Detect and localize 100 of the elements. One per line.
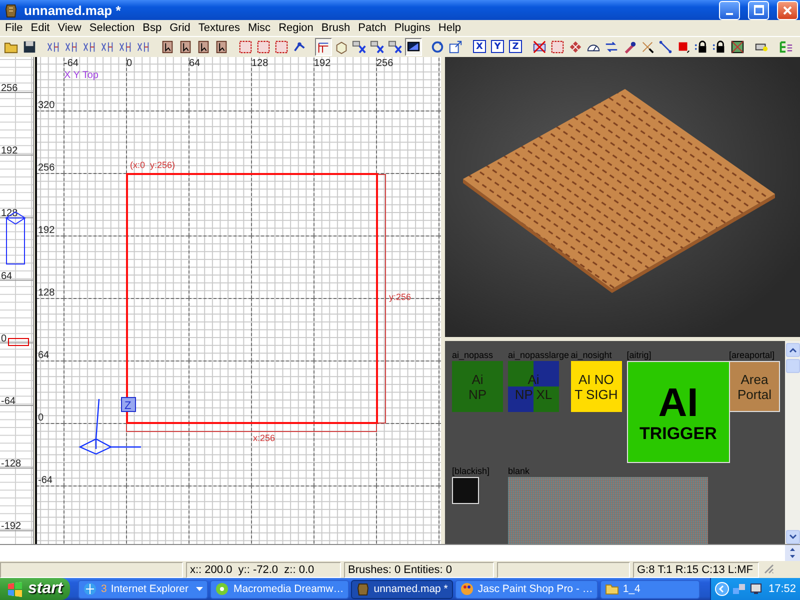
axis-label: -64 [38, 475, 52, 486]
axis-label: 192 [1, 146, 18, 157]
taskbar-button[interactable]: 3 Internet Explorer [78, 580, 208, 599]
axis-button[interactable]: Z [507, 38, 524, 56]
monitor-icon[interactable] [749, 582, 763, 596]
texture-text: Portal [738, 386, 772, 402]
texture-tile[interactable]: AI TRIGGER [626, 361, 730, 464]
taskbar-button[interactable]: Macromedia Dreamw… [210, 580, 349, 599]
axis-label: 256 [38, 162, 55, 174]
texture-text: Ai [472, 372, 484, 387]
view-label: X Y Top [64, 70, 98, 82]
status-text: G:8 T:1 R:15 C:13 L:MF [633, 562, 759, 578]
axis-label: 256 [376, 58, 394, 70]
scroll-up-button[interactable] [786, 343, 800, 358]
texture-tile[interactable] [452, 477, 479, 504]
brush-outline [8, 338, 29, 346]
lock-icon [712, 38, 727, 55]
maximize-button[interactable] [748, 0, 769, 20]
axis-label: -192 [1, 521, 22, 532]
menu-item[interactable]: Edit [26, 22, 54, 34]
taskbar-button[interactable]: 1_4 [600, 580, 700, 599]
close-button[interactable] [777, 0, 798, 20]
chevron-icon[interactable] [715, 582, 729, 596]
axes-corner-button[interactable] [315, 38, 332, 56]
axis-label: 0 [126, 58, 132, 70]
axis-label: 0 [1, 333, 7, 344]
taskbar-button[interactable]: unnamed.map * [350, 580, 453, 599]
axis-label: 64 [1, 270, 12, 282]
menu-item[interactable]: Textures [194, 22, 244, 34]
axis-label: -64 [1, 396, 16, 408]
task-label: Jasc Paint Shop Pro - … [478, 583, 593, 596]
menu-item[interactable]: Grid [166, 22, 194, 34]
texture-tile[interactable] [508, 477, 708, 544]
maximize-icon [754, 5, 764, 16]
texture-text: T SIGH [574, 386, 618, 402]
axis-button[interactable]: Y [489, 38, 506, 56]
task-label: 1_4 [622, 583, 640, 596]
caret-down-icon [788, 534, 796, 540]
windows-flag-icon [7, 581, 23, 598]
menu-item[interactable]: Misc [244, 22, 275, 34]
scroll-thumb[interactable] [786, 359, 800, 374]
square-frame-icon [274, 38, 289, 55]
resize-grip-icon [762, 562, 774, 574]
menu-item[interactable]: Selection [85, 22, 139, 34]
folder-icon [604, 582, 619, 596]
menu-item[interactable]: Region [274, 22, 318, 34]
close-icon [783, 6, 792, 15]
clock: 17:52 [768, 583, 796, 596]
minimize-icon [726, 13, 733, 16]
axis-label: 192 [38, 225, 55, 236]
axis-label: -64 [64, 58, 78, 70]
entity-list-icon [778, 38, 793, 55]
scroll-down-button[interactable] [785, 553, 800, 562]
menu-item[interactable]: Brush [317, 22, 354, 34]
texture-name: ai_nopasslarge [508, 350, 566, 360]
axis-button[interactable]: X [471, 38, 488, 56]
task-label: unnamed.map * [374, 583, 448, 596]
square-frame-icon [256, 38, 271, 55]
window-count: 3 [101, 583, 107, 596]
crossed-cube-icon [532, 38, 547, 55]
task-label: Internet Explorer [110, 583, 188, 596]
menu-item[interactable]: File [1, 22, 27, 34]
monitor-button[interactable] [405, 38, 422, 56]
texture-name: ai_nopass [452, 350, 494, 360]
dropdown-arrow-icon [196, 587, 204, 592]
texture-tile[interactable]: AI NO T SIGH [570, 361, 622, 412]
texture-text: TRIGGER [639, 424, 717, 443]
dimension-label: y:256 [389, 292, 412, 302]
menu-item[interactable]: Patch [354, 22, 390, 34]
texture-name: blank [508, 466, 531, 476]
menu-item[interactable]: Bsp [138, 22, 166, 34]
camera-drawing [78, 398, 142, 455]
z-marker: Z [121, 397, 136, 412]
status-text: Brushes: 0 Entities: 0 [344, 562, 494, 578]
scroll-down-button[interactable] [786, 530, 800, 544]
square-frame-icon [550, 38, 565, 55]
menu-item[interactable]: View [54, 22, 86, 34]
texture-tile[interactable]: Area Portal [729, 361, 780, 412]
taskbar-button[interactable]: Jasc Paint Shop Pro - … [454, 580, 598, 599]
scroll-up-button[interactable] [785, 545, 800, 554]
axis-label: 192 [314, 58, 331, 70]
texture-text: NP XL [514, 386, 552, 402]
caret-up-icon [788, 347, 796, 354]
palette-icon [460, 582, 474, 596]
square-frame-icon [238, 38, 253, 55]
texture-text: AI [658, 382, 698, 424]
minimize-button[interactable] [719, 0, 740, 20]
texture-text: Area [740, 372, 768, 387]
menu-item[interactable]: Help [434, 22, 466, 34]
axis-label: 128 [38, 288, 55, 299]
start-button[interactable]: start [0, 578, 70, 600]
axis-label: 64 [38, 350, 50, 362]
menu-item[interactable]: Plugins [390, 22, 434, 34]
lock-icon [694, 38, 709, 55]
axis-label: 320 [38, 100, 55, 112]
task-label: Macromedia Dreamw… [233, 583, 344, 596]
app-icon [4, 2, 18, 18]
texture-name: [blackish] [452, 466, 491, 476]
dimension-label: (x:0 y:256) [130, 160, 176, 170]
axis-label: 0 [38, 412, 44, 424]
